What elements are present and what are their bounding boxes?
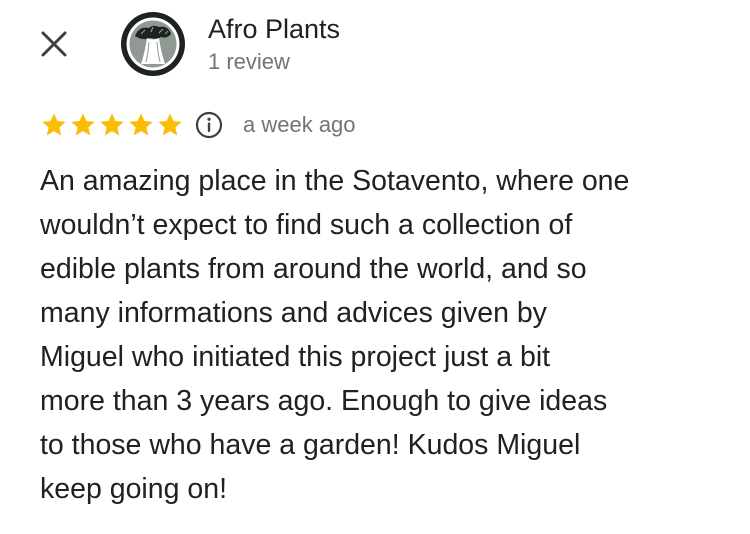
reviewer-name[interactable]: Afro Plants: [208, 12, 340, 46]
star-icon: [129, 113, 153, 136]
reviewer-avatar[interactable]: [121, 12, 185, 76]
info-icon: [195, 111, 223, 139]
baobab-tree-icon: [123, 14, 183, 74]
review-text-line: Miguel who initiated this project just a…: [40, 341, 551, 373]
star-icon: [42, 113, 66, 136]
star-icon: [100, 113, 124, 136]
star-rating: [40, 111, 184, 139]
review-text-line: many informations and advices given by: [40, 297, 547, 329]
review-count: 1 review: [208, 49, 290, 74]
close-icon: [41, 31, 67, 57]
review-text-line: edible plants from around the world, and…: [40, 253, 587, 285]
review-meta: a week ago: [40, 108, 356, 142]
review-text-line: to those who have a garden! Kudos Miguel: [40, 429, 581, 461]
reviewer-info: Afro Plants 1 review: [208, 12, 340, 77]
review-text-line: An amazing place in the Sotavento, where…: [40, 165, 630, 197]
review-text: An amazing place in the Sotavento, where…: [40, 159, 730, 511]
star-icon: [71, 113, 95, 136]
review-text-line: keep going on!: [40, 473, 227, 505]
close-button[interactable]: [36, 26, 72, 62]
info-button[interactable]: [194, 110, 224, 140]
review-text-line: more than 3 years ago. Enough to give id…: [40, 385, 608, 417]
star-icon: [158, 113, 182, 136]
review-timestamp: a week ago: [243, 112, 356, 137]
review-text-line: wouldn’t expect to find such a collectio…: [40, 209, 573, 241]
